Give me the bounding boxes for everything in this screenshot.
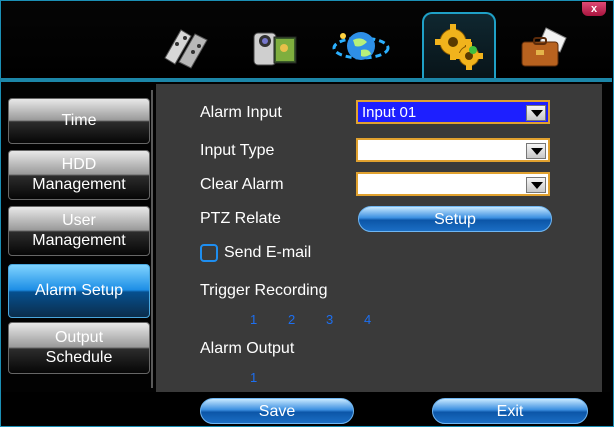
tab-camera[interactable] <box>240 16 310 78</box>
dvr-settings-window: x Time HDD Management User Management Al… <box>0 0 614 427</box>
tab-record[interactable] <box>152 16 222 78</box>
sidebar-item-label: Time <box>61 112 97 129</box>
sidebar-item-label: User Management <box>32 212 126 249</box>
sidebar: Time HDD Management User Management Alar… <box>8 92 150 388</box>
chevron-down-icon[interactable] <box>526 143 546 159</box>
alarm-input-label: Alarm Input <box>200 104 282 121</box>
hdd-label: HDD Management <box>32 156 126 193</box>
input-type-select[interactable] <box>356 138 550 162</box>
send-email-label: Send E-mail <box>224 244 312 261</box>
record-channel-1[interactable]: 1 <box>250 312 257 327</box>
ptz-relate-label: PTZ Relate <box>200 210 281 227</box>
alarm-output-label: Alarm Output <box>200 340 295 357</box>
record-channel-3[interactable]: 3 <box>326 312 333 327</box>
sidebar-item-label: Output Schedule <box>45 329 113 366</box>
alarm-input-value: Input 01 <box>362 104 417 121</box>
sidebar-item-label: HDD Management <box>32 155 125 195</box>
save-button[interactable]: Save <box>200 398 354 424</box>
clear-alarm-label: Clear Alarm <box>200 176 284 193</box>
menu-separator <box>0 78 612 82</box>
chevron-down-icon[interactable] <box>526 105 546 121</box>
record-channel-2[interactable]: 2 <box>288 312 295 327</box>
sidebar-item-time[interactable]: Time <box>8 98 150 144</box>
input-type-label: Input Type <box>200 142 275 159</box>
globe-icon <box>331 24 391 70</box>
exit-button[interactable]: Exit <box>432 398 588 424</box>
briefcase-icon <box>516 24 570 70</box>
ptz-setup-button[interactable]: Setup <box>358 206 552 232</box>
output-channel-1[interactable]: 1 <box>250 370 257 385</box>
camcorder-icon <box>248 23 302 71</box>
tab-settings[interactable] <box>422 12 496 78</box>
close-button[interactable]: x <box>582 2 606 16</box>
sidebar-item-hdd-management[interactable]: HDD Management <box>8 150 150 200</box>
send-email-checkbox[interactable] <box>200 244 218 262</box>
trigger-recording-label: Trigger Recording <box>200 282 328 299</box>
sidebar-item-label: Alarm Setup <box>34 282 124 299</box>
alarm-input-select[interactable]: Input 01 <box>356 100 550 124</box>
tab-tools[interactable] <box>508 16 578 78</box>
film-icon <box>161 24 213 70</box>
chevron-down-icon[interactable] <box>526 177 546 193</box>
main-menu-bar: x <box>2 2 610 78</box>
record-channel-4[interactable]: 4 <box>364 312 371 327</box>
clear-alarm-select[interactable] <box>356 172 550 196</box>
sidebar-divider <box>151 90 153 388</box>
sidebar-item-alarm-setup[interactable]: Alarm Setup <box>8 264 150 318</box>
footer-bar: Save Exit <box>2 392 610 425</box>
tab-network[interactable] <box>326 16 396 78</box>
sidebar-item-user-management[interactable]: User Management <box>8 206 150 256</box>
gears-icon <box>431 20 487 72</box>
sidebar-item-output-schedule[interactable]: Output Schedule <box>8 322 150 374</box>
